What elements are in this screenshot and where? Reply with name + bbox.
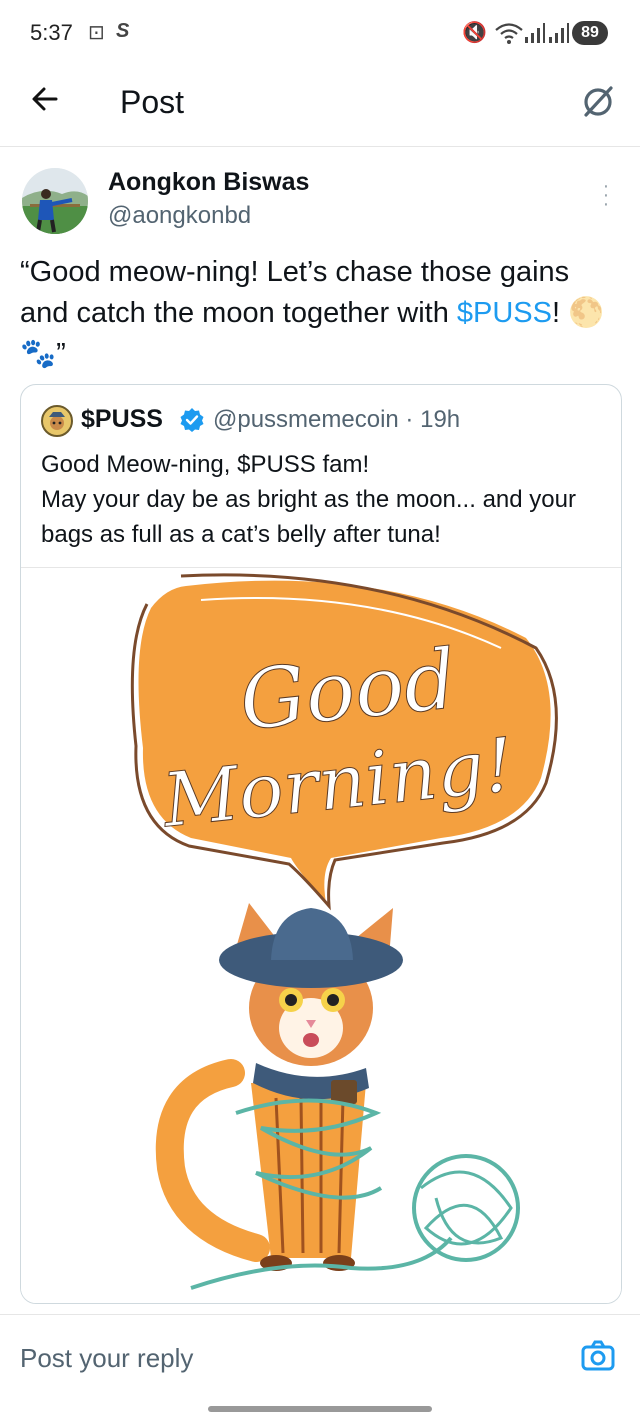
status-bar: 5:37 ⊡ S 🔇 89 xyxy=(0,0,640,66)
wifi-icon xyxy=(495,23,523,44)
quote-author-name: $PUSS xyxy=(81,405,163,433)
quoted-post[interactable]: $PUSS @pussmemecoin · 19h Good Meow-ning… xyxy=(20,384,622,1304)
verified-badge-icon xyxy=(180,408,204,432)
camera-icon xyxy=(581,1340,615,1371)
cat-logo-icon xyxy=(49,412,65,430)
status-time: 5:37 xyxy=(30,20,73,45)
signal-1-icon xyxy=(525,23,545,43)
quote-time: 19h xyxy=(420,406,461,433)
author-handle[interactable]: @aongkonbd xyxy=(108,202,251,230)
post-text: “Good meow-ning! Let’s chase those gains… xyxy=(20,252,620,375)
more-vertical-icon: · · · xyxy=(602,175,610,215)
signal-2-icon xyxy=(549,23,569,43)
grok-button[interactable] xyxy=(578,82,618,122)
avatar-photo xyxy=(22,168,88,234)
camera-button[interactable] xyxy=(580,1338,616,1374)
quote-text: Good Meow-ning, $PUSS fam! May your day … xyxy=(41,447,601,552)
mute-icon: 🔇 xyxy=(462,22,487,44)
reply-divider xyxy=(0,1314,640,1315)
battery-indicator: 89 xyxy=(572,21,608,45)
quote-handle: @pussmemecoin xyxy=(213,406,399,433)
page-title: Post xyxy=(120,84,185,120)
screenshot-icon: ⊡ xyxy=(88,22,105,44)
grok-icon xyxy=(584,86,613,117)
author-avatar[interactable] xyxy=(22,168,88,234)
quote-text-line1: Good Meow-ning, $PUSS fam! xyxy=(41,451,370,478)
quote-text-line2: May your day be as bright as the moon...… xyxy=(41,486,576,548)
quote-avatar xyxy=(41,405,73,437)
quote-meta: @pussmemecoin · 19h xyxy=(213,406,461,433)
more-options-button[interactable]: · · · xyxy=(596,176,616,214)
back-button[interactable] xyxy=(30,84,70,120)
author-name[interactable]: Aongkon Biswas xyxy=(108,168,309,197)
header-divider xyxy=(0,146,640,147)
cashtag-link[interactable]: $PUSS xyxy=(457,297,552,329)
app-s-icon: S xyxy=(116,20,130,42)
cat-body xyxy=(251,1083,366,1258)
home-indicator[interactable] xyxy=(208,1406,432,1412)
quote-media-image[interactable]: Good Morning! xyxy=(21,568,621,1303)
reply-input[interactable] xyxy=(20,1338,540,1378)
arrow-left-icon xyxy=(32,87,58,111)
